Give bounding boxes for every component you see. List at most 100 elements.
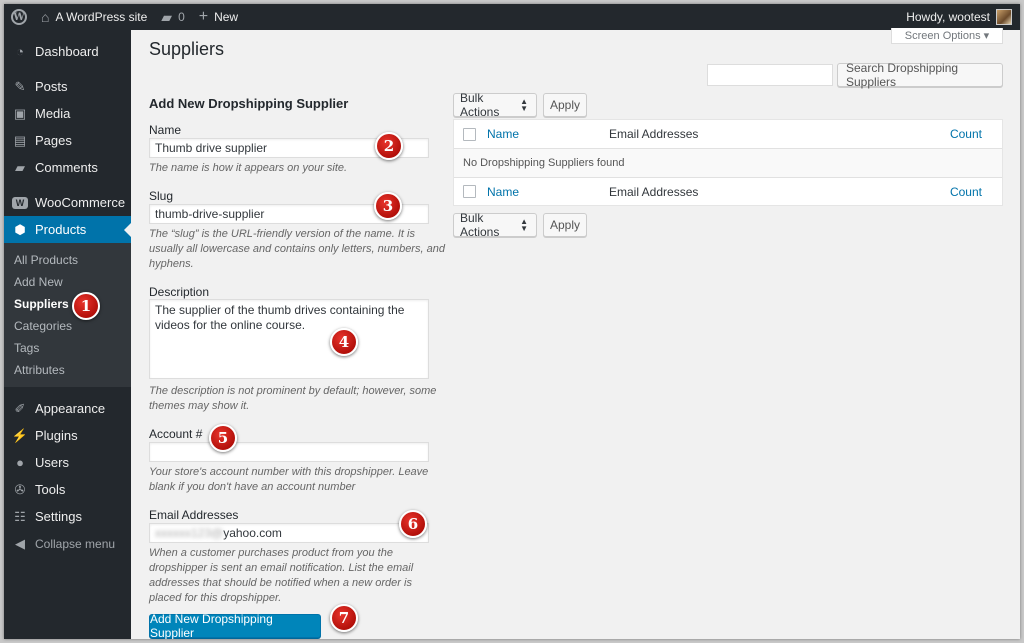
new-label: New [214,10,239,24]
menu-label: Products [35,222,87,237]
sliders-icon: ☷ [14,508,26,524]
user-icon: ● [16,455,24,470]
submenu-tags[interactable]: Tags [4,337,131,359]
comments-link[interactable]: ▰ 0 [154,4,191,30]
menu-tools[interactable]: ✇ Tools [4,476,131,503]
select-arrows-icon: ▲ ▼ [520,217,528,233]
select-arrows-icon: ▲ ▼ [520,97,528,113]
column-name-footer[interactable]: Name [487,185,519,199]
box-icon: ⬢ [14,221,26,237]
collapse-menu-button[interactable]: ◀ Collapse menu [4,530,131,557]
apply-button-top[interactable]: Apply [543,93,587,117]
wrench-icon: ✇ [14,481,26,497]
select-all-checkbox-footer[interactable] [463,185,476,198]
menu-label: Comments [35,160,98,175]
menu-label: Posts [35,79,68,94]
column-email: Email Addresses [609,127,699,141]
menu-label: Pages [35,133,72,148]
bulk-actions-select-bottom[interactable]: Bulk Actions ▲ ▼ [453,211,537,239]
description-field[interactable]: The supplier of the thumb drives contain… [149,299,429,379]
email-label: Email Addresses [149,508,239,522]
column-name[interactable]: Name [487,127,519,141]
menu-plugins[interactable]: ⚡ Plugins [4,422,131,449]
admin-sidebar: ◔ Dashboard ✎ Posts ▣ Media ▤ Pages ▰ Co… [4,30,131,639]
callout-marker-5: 5 [209,424,237,452]
search-input[interactable] [707,64,833,86]
account-field[interactable] [149,442,429,462]
column-count[interactable]: Count [950,127,982,141]
collapse-arrow-icon: ◀ [15,535,25,551]
empty-row: No Dropshipping Suppliers found [454,149,1002,178]
plus-icon: + [198,8,209,25]
pages-icon: ▤ [13,132,27,148]
screen-options-tab[interactable]: Screen Options ▾ [891,28,1003,44]
menu-settings[interactable]: ☷ Settings [4,503,131,530]
table-header-row: Name Email Addresses Count [454,120,1002,149]
menu-products[interactable]: ⬢ Products [4,216,131,243]
callout-marker-7: 7 [330,604,358,632]
wp-logo-menu[interactable]: W [4,4,34,30]
screenshot-frame: W ⌂ A WordPress site ▰ 0 + New Howdy, wo… [4,4,1020,639]
submenu-add-new[interactable]: Add New [4,271,131,293]
menu-label: Media [35,106,71,121]
menu-media[interactable]: ▣ Media [4,100,131,127]
search-suppliers-button[interactable]: Search Dropshipping Suppliers [837,61,1003,89]
description-label: Description [149,285,210,299]
slug-hint: The “slug” is the URL-friendly version o… [149,228,445,270]
menu-label: Settings [35,509,82,524]
table-footer-row: Name Email Addresses Count [454,177,1002,206]
howdy-text: Howdy, wootest [906,10,990,24]
account-label: Account # [149,427,203,441]
admin-bar: W ⌂ A WordPress site ▰ 0 + New Howdy, wo… [4,4,1020,30]
account-hint: Your store's account number with this dr… [149,466,429,493]
callout-marker-3: 3 [374,192,402,220]
bulk-actions-select-top[interactable]: Bulk Actions ▲ ▼ [453,91,537,119]
callout-marker-1: 1 [72,292,100,320]
callout-marker-2: 2 [375,132,403,160]
email-hint: When a customer purchases product from y… [149,547,414,604]
menu-pages[interactable]: ▤ Pages [4,127,131,154]
submenu-categories[interactable]: Categories [4,315,131,337]
name-label: Name [149,123,182,137]
slug-label: Slug [149,189,174,203]
menu-dashboard[interactable]: ◔ Dashboard [4,38,131,65]
home-icon: ⌂ [41,9,50,25]
column-count-footer[interactable]: Count [950,185,982,199]
dashboard-icon: ◔ [16,44,24,59]
apply-button-bottom[interactable]: Apply [543,213,587,237]
callout-marker-4: 4 [330,328,358,356]
collapse-label: Collapse menu [35,536,116,551]
email-field[interactable]: xxxxxx123@yahoo.com [149,523,429,543]
menu-appearance[interactable]: ✐ Appearance [4,395,131,422]
add-supplier-button[interactable]: Add New Dropshipping Supplier [149,612,321,639]
my-account-menu[interactable]: Howdy, wootest [906,9,1020,25]
wordpress-icon: W [11,9,27,25]
site-name: A WordPress site [55,10,148,24]
main-content: Suppliers Screen Options ▾ Search Dropsh… [131,28,1020,639]
menu-label: Plugins [35,428,78,443]
submenu-suppliers[interactable]: Suppliers [4,293,131,315]
select-all-checkbox[interactable] [463,127,476,141]
brush-icon: ✐ [14,400,26,416]
menu-label: Appearance [35,401,106,416]
comment-bubble-icon: ▰ [161,8,173,25]
products-submenu: All Products Add New Suppliers Categorie… [4,243,131,387]
menu-posts[interactable]: ✎ Posts [4,73,131,100]
menu-woocommerce[interactable]: W WooCommerce [4,189,131,216]
menu-comments[interactable]: ▰ Comments [4,154,131,181]
menu-users[interactable]: ● Users [4,449,131,476]
comment-icon: ▰ [15,159,25,175]
email-domain: yahoo.com [223,526,282,540]
form-heading: Add New Dropshipping Supplier [149,96,349,111]
bulk-actions-label: Bulk Actions [460,91,500,119]
column-email-footer: Email Addresses [609,184,699,199]
menu-label: WooCommerce [35,195,126,210]
site-name-link[interactable]: ⌂ A WordPress site [34,4,154,30]
submenu-all-products[interactable]: All Products [4,249,131,271]
plug-icon: ⚡ [11,427,29,443]
new-content-link[interactable]: + New [192,4,245,30]
comments-count: 0 [178,10,185,24]
submenu-attributes[interactable]: Attributes [4,359,131,381]
avatar [996,9,1012,25]
suppliers-table: Name Email Addresses Count No Dropshippi… [453,119,1003,206]
